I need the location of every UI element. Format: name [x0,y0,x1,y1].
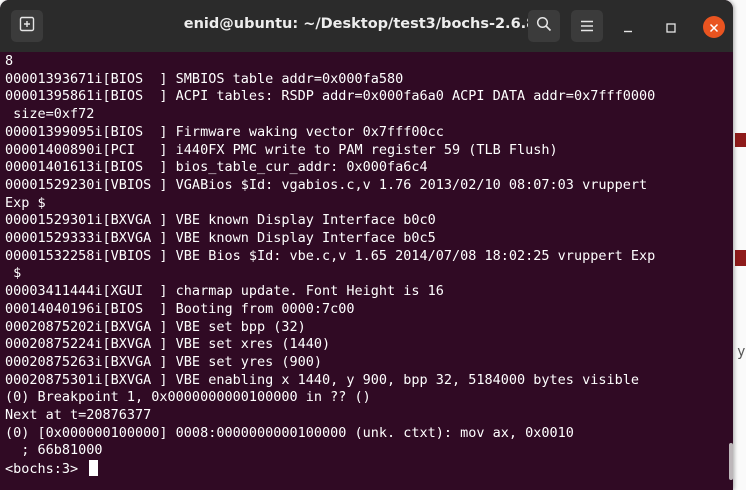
terminal-line: 00020875301i[BXVGA ] VBE enabling x 1440… [5,371,639,388]
terminal-line: 00001532258i[VBIOS ] VBE Bios $Id: vbe.c… [5,247,656,264]
terminal-line: 00020875263i[BXVGA ] VBE set yres (900) [5,353,322,370]
terminal-line: 8 [5,53,14,69]
terminal-line: 00001529301i[BXVGA ] VBE known Display I… [5,212,436,229]
terminal-line: 00020875202i[BXVGA ] VBE set bpp (32) [5,318,306,335]
terminal-line: 00001399095i[BIOS ] Firmware waking vect… [5,123,444,140]
scrollbar-thumb[interactable] [729,443,733,480]
close-button[interactable] [703,16,725,38]
window-title: enid@ubuntu: ~/Desktop/test3/bochs-2.6.8 [183,16,537,32]
background-window-edge [735,250,746,266]
terminal-line: 00001393671i[BIOS ] SMBIOS table addr=0x… [5,70,404,87]
new-tab-icon [19,16,35,36]
terminal-line: (0) Breakpoint 1, 0x0000000000100000 in … [5,389,371,406]
command-prompt: <bochs:3> [5,461,87,478]
maximize-button[interactable] [660,16,682,38]
terminal-line: (0) [0x000000100000] 0008:00000000001000… [5,424,574,441]
terminal-line: 00020875224i[BXVGA ] VBE set xres (1440) [5,336,331,353]
terminal-line: 00001529333i[BXVGA ] VBE known Display I… [5,230,436,246]
background-text: y [737,344,746,360]
minimize-button[interactable] [617,16,639,38]
close-icon [709,18,719,37]
terminal-line: 00001529230i[VBIOS ] VGABios $Id: vgabio… [5,176,648,193]
terminal-line: 00001401613i[BIOS ] bios_table_cur_addr:… [5,159,428,176]
terminal-output[interactable]: 8 00001393671i[BIOS ] SMBIOS table addr=… [0,52,733,490]
search-icon [536,16,552,36]
terminal-line: size=0xf72 [5,106,95,123]
hamburger-menu-icon [580,17,594,36]
terminal-line: 00001400890i[PCI ] i440FX PMC write to P… [5,141,558,158]
background-window-edge [735,133,746,147]
terminal-line: Exp $ [5,194,46,211]
maximize-icon [666,18,676,37]
terminal-window[interactable]: enid@ubuntu: ~/Desktop/test3/bochs-2.6.8 [0,0,733,490]
search-button[interactable] [528,10,560,42]
terminal-line: ; 66b81000 [5,442,103,459]
minimize-icon [623,18,633,37]
terminal-line: 00001395861i[BIOS ] ACPI tables: RSDP ad… [5,88,656,105]
command-prompt-line[interactable]: <bochs:3> [5,460,99,478]
terminal-line: 00003411444i[XGUI ] charmap update. Font… [5,283,444,300]
terminal-line: 00014040196i[BIOS ] Booting from 0000:7c… [5,300,355,317]
terminal-line: Next at t=20876377 [5,407,152,423]
text-cursor [89,460,99,477]
title-bar[interactable]: enid@ubuntu: ~/Desktop/test3/bochs-2.6.8 [0,0,733,52]
terminal-line: $ [5,265,22,282]
new-tab-button[interactable] [11,10,43,42]
menu-button[interactable] [571,10,603,42]
